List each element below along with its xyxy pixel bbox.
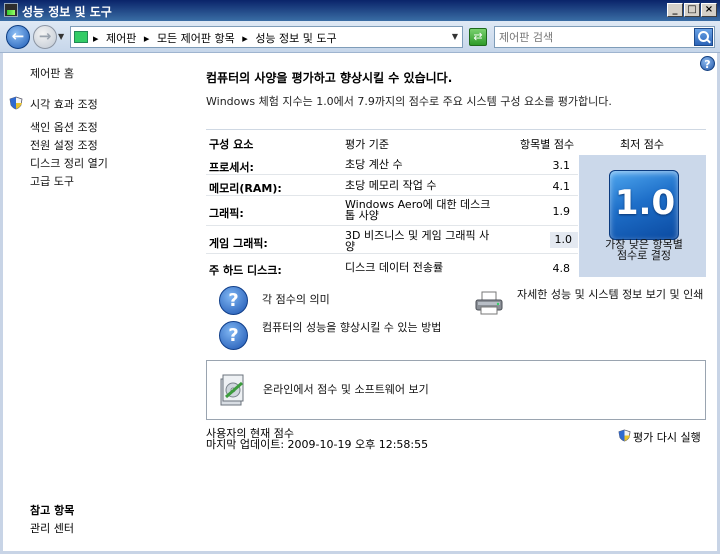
software-box-icon [220, 374, 244, 406]
control-panel-icon [74, 31, 88, 43]
address-bar[interactable]: ▸ 제어판 ▸ 모든 제어판 항목 ▸ 성능 정보 및 도구 ▼ [70, 26, 463, 48]
question-icon[interactable]: ? [219, 321, 248, 350]
online-software-panel[interactable]: 온라인에서 점수 및 소프트웨어 보기 [206, 360, 706, 420]
sidebar-item-disk-cleanup[interactable]: 디스크 정리 열기 [30, 155, 108, 171]
link-score-meaning[interactable]: 각 점수의 의미 [262, 294, 330, 305]
table-row-component: 주 하드 디스크: [209, 264, 282, 277]
table-row-rating: 초당 메모리 작업 수 [345, 179, 437, 192]
sidebar-item-advanced-tools[interactable]: 고급 도구 [30, 173, 74, 189]
back-arrow-icon[interactable]: ← [6, 25, 30, 49]
score-table: 구성 요소 평가 기준 항목별 점수 최저 점수 프로세서: 초당 계산 수 3… [206, 129, 706, 278]
rerun-assessment-label[interactable]: 평가 다시 실행 [633, 429, 701, 445]
search-icon[interactable] [694, 28, 713, 46]
breadcrumb: ▸ 제어판 ▸ 모든 제어판 항목 ▸ 성능 정보 및 도구 [93, 30, 341, 46]
link-improve-performance[interactable]: 컴퓨터의 성능을 향상시킬 수 있는 방법 [262, 322, 454, 333]
sidebar-item-indexing[interactable]: 색인 옵션 조정 [30, 119, 98, 135]
navigation-bar: ← → ▼ ▸ 제어판 ▸ 모든 제어판 항목 ▸ 성능 정보 및 도구 ▼ ⇄ [0, 21, 720, 53]
link-online-scores[interactable]: 온라인에서 점수 및 소프트웨어 보기 [263, 384, 429, 395]
forward-arrow-icon[interactable]: → [33, 25, 57, 49]
table-row-component: 그래픽: [209, 207, 244, 220]
history-dropdown-icon[interactable]: ▼ [58, 32, 64, 41]
shield-icon [9, 96, 23, 110]
sidebar-item-home[interactable]: 제어판 홈 [30, 65, 74, 81]
maximize-button[interactable]: □ [684, 3, 700, 17]
table-row-subscore: 4.8 [552, 262, 571, 275]
breadcrumb-item[interactable]: 성능 정보 및 도구 [255, 32, 336, 45]
base-score-value: 1.0 [614, 183, 676, 223]
sidebar-item-visual-effects[interactable]: 시각 효과 조정 [30, 96, 98, 112]
column-header-base: 최저 점수 [620, 138, 664, 151]
table-row-rating: 디스크 데이터 전송률 [345, 261, 444, 274]
table-row-subscore: 3.1 [552, 159, 571, 172]
row-divider [206, 253, 578, 254]
table-row-component: 게임 그래픽: [209, 237, 268, 250]
table-row-component: 메모리(RAM): [209, 182, 282, 195]
table-row-rating: 초당 계산 수 [345, 158, 403, 171]
table-row-rating: Windows Aero에 대한 데스크톱 사양 [345, 198, 491, 222]
table-row-subscore: 4.1 [552, 180, 571, 193]
minimize-button[interactable]: _ [667, 3, 683, 17]
row-divider [206, 195, 578, 196]
help-icon[interactable]: ? [700, 56, 715, 71]
close-button[interactable]: × [701, 3, 717, 17]
address-dropdown-icon[interactable]: ▼ [452, 32, 458, 41]
refresh-icon[interactable]: ⇄ [469, 28, 487, 46]
breadcrumb-item[interactable]: 모든 제어판 항목 [157, 32, 235, 45]
row-divider [206, 174, 578, 175]
link-detailed-info[interactable]: 자세한 성능 및 시스템 정보 보기 및 인쇄 [517, 289, 707, 300]
column-header-subscore: 항목별 점수 [520, 138, 575, 151]
row-divider [206, 225, 578, 226]
title-bar: 성능 정보 및 도구 _ □ × [0, 0, 720, 21]
breadcrumb-item[interactable]: 제어판 [106, 32, 136, 45]
column-header-rating: 평가 기준 [345, 138, 389, 151]
window-title: 성능 정보 및 도구 [22, 5, 112, 19]
breadcrumb-separator-icon[interactable]: ▸ [93, 32, 99, 45]
shield-icon [618, 429, 631, 442]
base-score-badge: 1.0 [609, 170, 679, 240]
page-title: 컴퓨터의 사양을 평가하고 향상시킬 수 있습니다. [206, 71, 453, 85]
table-row-subscore-lowest: 1.0 [550, 232, 578, 248]
see-also-item-action-center[interactable]: 관리 센터 [30, 520, 74, 536]
page-description: Windows 체험 지수는 1.0에서 7.9까지의 점수로 주요 시스템 구… [206, 95, 612, 108]
breadcrumb-separator-icon[interactable]: ▸ [242, 32, 248, 45]
table-row-subscore: 1.9 [552, 205, 571, 218]
column-header-component: 구성 요소 [209, 138, 254, 151]
table-row-component: 프로세서: [209, 161, 254, 174]
sidebar-item-power[interactable]: 전원 설정 조정 [30, 137, 98, 153]
table-header: 구성 요소 평가 기준 항목별 점수 최저 점수 [206, 129, 706, 155]
last-updated: 마지막 업데이트: 2009-10-19 오후 12:58:55 [206, 438, 429, 451]
question-icon[interactable]: ? [219, 286, 248, 315]
window-frame-left [0, 53, 3, 554]
search-input[interactable] [499, 29, 689, 45]
base-score-panel: 1.0 가장 낮은 항목별 점수로 결정 [579, 155, 706, 277]
base-score-caption: 가장 낮은 항목별 점수로 결정 [605, 238, 683, 262]
search-box[interactable] [494, 26, 715, 48]
printer-icon[interactable] [474, 290, 504, 316]
breadcrumb-separator-icon[interactable]: ▸ [144, 32, 150, 45]
see-also-title: 참고 항목 [30, 504, 75, 517]
app-icon [4, 3, 18, 17]
table-row-rating: 3D 비즈니스 및 게임 그래픽 사양 [345, 229, 490, 253]
